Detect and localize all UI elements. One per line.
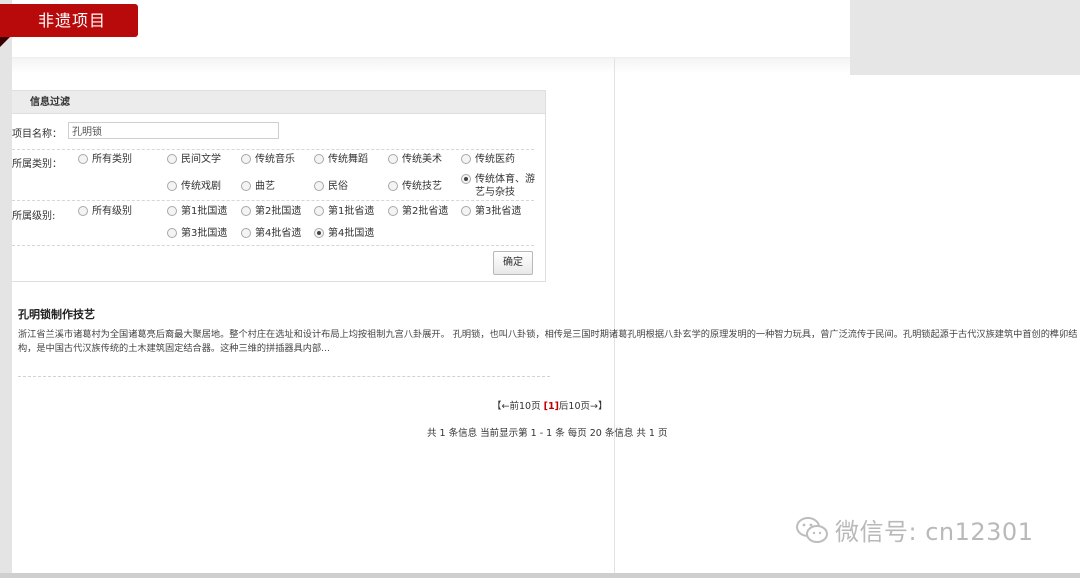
section-tab-title: 非遗项目 (0, 4, 138, 37)
radio-icon[interactable] (167, 228, 177, 238)
radio-icon[interactable] (241, 228, 251, 238)
category-option-traditional-music[interactable]: 传统音乐 (241, 153, 295, 166)
filter-panel: 信息过滤 项目名称： 所属类别： 所有类别 民间文学 传统音乐 传统舞蹈 传统美… (12, 90, 546, 282)
current-page: [1] (543, 401, 559, 412)
radio-icon[interactable] (314, 154, 324, 164)
radio-icon[interactable] (241, 154, 251, 164)
vertical-divider (614, 58, 615, 573)
prev-10-pages-link[interactable]: ←前10页 (502, 401, 541, 412)
level-option-national-batch-4[interactable]: 第4批国遗 (314, 227, 374, 240)
watermark: 微信号: cn12301 (795, 512, 1033, 547)
level-option-provincial-batch-4[interactable]: 第4批省遗 (241, 227, 301, 240)
radio-icon[interactable] (314, 206, 324, 216)
radio-icon-selected[interactable] (314, 228, 324, 238)
category-option-traditional-opera[interactable]: 传统戏剧 (167, 180, 221, 193)
radio-icon[interactable] (461, 206, 471, 216)
radio-icon[interactable] (78, 206, 88, 216)
result-title-link[interactable]: 孔明锁制作技艺 (18, 306, 95, 322)
level-option-provincial-batch-1[interactable]: 第1批省遗 (314, 205, 374, 218)
radio-icon[interactable] (388, 206, 398, 216)
category-option-folk-literature[interactable]: 民间文学 (167, 153, 221, 166)
radio-icon[interactable] (167, 181, 177, 191)
result-description: 浙江省兰溪市诸葛村为全国诸葛亮后裔最大聚居地。整个村庄在选址和设计布局上均按祖制… (18, 329, 1078, 354)
category-option-quyi[interactable]: 曲艺 (241, 180, 275, 193)
category-option-all[interactable]: 所有类别 (78, 153, 132, 166)
level-option-national-batch-1[interactable]: 第1批国遗 (167, 205, 227, 218)
radio-icon[interactable] (167, 154, 177, 164)
next-10-pages-link[interactable]: 后10页→ (559, 401, 598, 412)
left-gray-strip (0, 0, 12, 578)
category-option-traditional-dance[interactable]: 传统舞蹈 (314, 153, 368, 166)
divider (12, 245, 534, 246)
name-filter-row: 项目名称： (12, 122, 279, 141)
radio-icon[interactable] (388, 154, 398, 164)
radio-icon[interactable] (388, 181, 398, 191)
watermark-text: 微信号: cn12301 (835, 518, 1034, 546)
page: 非遗项目 信息过滤 项目名称： 所属类别： 所有类别 民间文学 传统音乐 传统舞… (0, 0, 1080, 578)
radio-icon[interactable] (241, 206, 251, 216)
name-label: 项目名称： (12, 128, 62, 140)
level-option-provincial-batch-2[interactable]: 第2批省遗 (388, 205, 448, 218)
divider (12, 149, 534, 150)
radio-icon[interactable] (167, 206, 177, 216)
category-option-sports-games-acrobatics[interactable]: 传统体育、游艺与杂技 (461, 173, 535, 199)
filter-panel-title: 信息过滤 (12, 91, 545, 114)
divider (12, 200, 534, 201)
radio-icon[interactable] (314, 181, 324, 191)
category-option-traditional-medicine[interactable]: 传统医药 (461, 153, 515, 166)
category-option-folk-custom[interactable]: 民俗 (314, 180, 348, 193)
bottom-gray-bar (0, 573, 1080, 578)
level-label: 所属级别: (12, 211, 56, 222)
top-right-gray-block (850, 0, 1080, 75)
level-option-provincial-batch-3[interactable]: 第3批省遗 (461, 205, 521, 218)
radio-icon[interactable] (241, 181, 251, 191)
category-label: 所属类别： (12, 159, 62, 170)
level-option-national-batch-3[interactable]: 第3批国遗 (167, 227, 227, 240)
level-option-all[interactable]: 所有级别 (78, 205, 132, 218)
wechat-icon (796, 516, 828, 543)
header-shadow (12, 58, 850, 74)
radio-icon[interactable] (461, 154, 471, 164)
level-option-national-batch-2[interactable]: 第2批国遗 (241, 205, 301, 218)
tab-fold-decoration (0, 37, 10, 47)
confirm-button[interactable]: 确定 (493, 251, 533, 275)
pagination: 【←前10页 [1]后10页→】 (492, 401, 608, 412)
name-input[interactable] (68, 122, 279, 139)
radio-icon[interactable] (78, 154, 88, 164)
radio-icon-selected[interactable] (461, 174, 471, 184)
category-option-traditional-art[interactable]: 传统美术 (388, 153, 442, 166)
result-summary: 共 1 条信息 当前显示第 1 - 1 条 每页 20 条信息 共 1 页 (427, 428, 668, 439)
result-divider (18, 376, 550, 377)
category-option-traditional-craft[interactable]: 传统技艺 (388, 180, 442, 193)
